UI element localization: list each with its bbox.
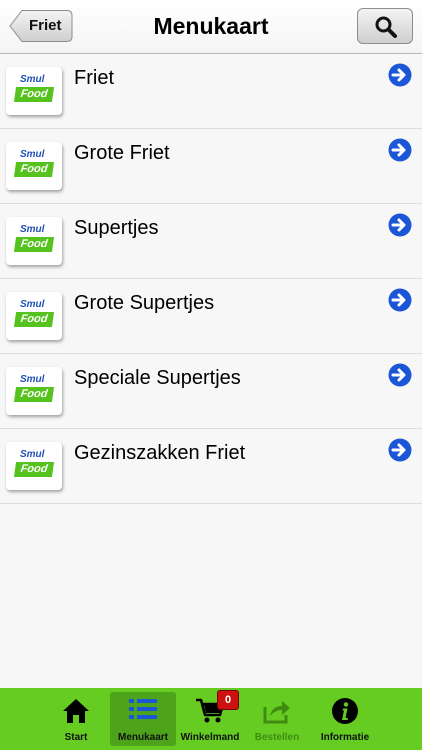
arrow-right-circle-icon[interactable] (388, 138, 412, 162)
list-item-label: Gezinszakken Friet (74, 442, 246, 464)
arrow-right-circle-icon[interactable] (388, 363, 412, 387)
smulfood-logo: Smul Food (6, 67, 62, 115)
arrow-right-circle-icon[interactable] (388, 63, 412, 87)
share-icon (263, 701, 290, 724)
logo-text-food: Food (13, 237, 55, 252)
logo-text-smul: Smul (20, 449, 45, 460)
tab-informatie-label: Informatie (320, 732, 370, 743)
list-item-label: Friet (74, 67, 114, 89)
menu-list: Smul Food Friet Smul Food Grote Friet Sm… (0, 54, 422, 504)
smulfood-logo: Smul Food (6, 142, 62, 190)
logo-text-smul: Smul (20, 74, 45, 85)
smulfood-logo: Smul Food (6, 442, 62, 490)
logo-text-smul: Smul (20, 299, 45, 310)
search-button[interactable] (357, 8, 413, 44)
logo-text-food: Food (13, 87, 55, 102)
list-item-label: Supertjes (74, 217, 159, 239)
logo-text-food: Food (13, 162, 55, 177)
list-item-label: Speciale Supertjes (74, 367, 241, 389)
list-item-label: Grote Friet (74, 142, 170, 164)
smulfood-logo: Smul Food (6, 217, 62, 265)
list-item[interactable]: Smul Food Speciale Supertjes (0, 354, 422, 429)
list-item[interactable]: Smul Food Gezinszakken Friet (0, 429, 422, 504)
arrow-right-circle-icon[interactable] (388, 288, 412, 312)
tab-bestellen[interactable]: Bestellen (244, 692, 310, 746)
list-item-label: Grote Supertjes (74, 292, 215, 314)
arrow-right-circle-icon[interactable] (388, 213, 412, 237)
logo-text-smul: Smul (20, 374, 45, 385)
list-item[interactable]: Smul Food Grote Supertjes (0, 279, 422, 354)
list-item[interactable]: Smul Food Supertjes (0, 204, 422, 279)
list-item[interactable]: Smul Food Grote Friet (0, 129, 422, 204)
cart-count-badge: 0 (217, 690, 239, 710)
home-icon (63, 699, 89, 723)
smulfood-logo: Smul Food (6, 367, 62, 415)
logo-text-food: Food (13, 312, 55, 327)
info-icon (332, 698, 358, 724)
tab-informatie[interactable]: Informatie (312, 692, 378, 746)
logo-text-food: Food (13, 387, 55, 402)
tab-bar: Start Menukaart 0 Winkelmand Bestellen I… (0, 688, 422, 750)
search-icon (375, 16, 397, 38)
logo-text-smul: Smul (20, 224, 45, 235)
navigation-bar: Friet Menukaart (0, 0, 422, 54)
list-icon (129, 699, 157, 719)
logo-text-food: Food (13, 462, 55, 477)
arrow-right-circle-icon[interactable] (388, 438, 412, 462)
smulfood-logo: Smul Food (6, 292, 62, 340)
logo-text-smul: Smul (20, 149, 45, 160)
list-item[interactable]: Smul Food Friet (0, 54, 422, 129)
